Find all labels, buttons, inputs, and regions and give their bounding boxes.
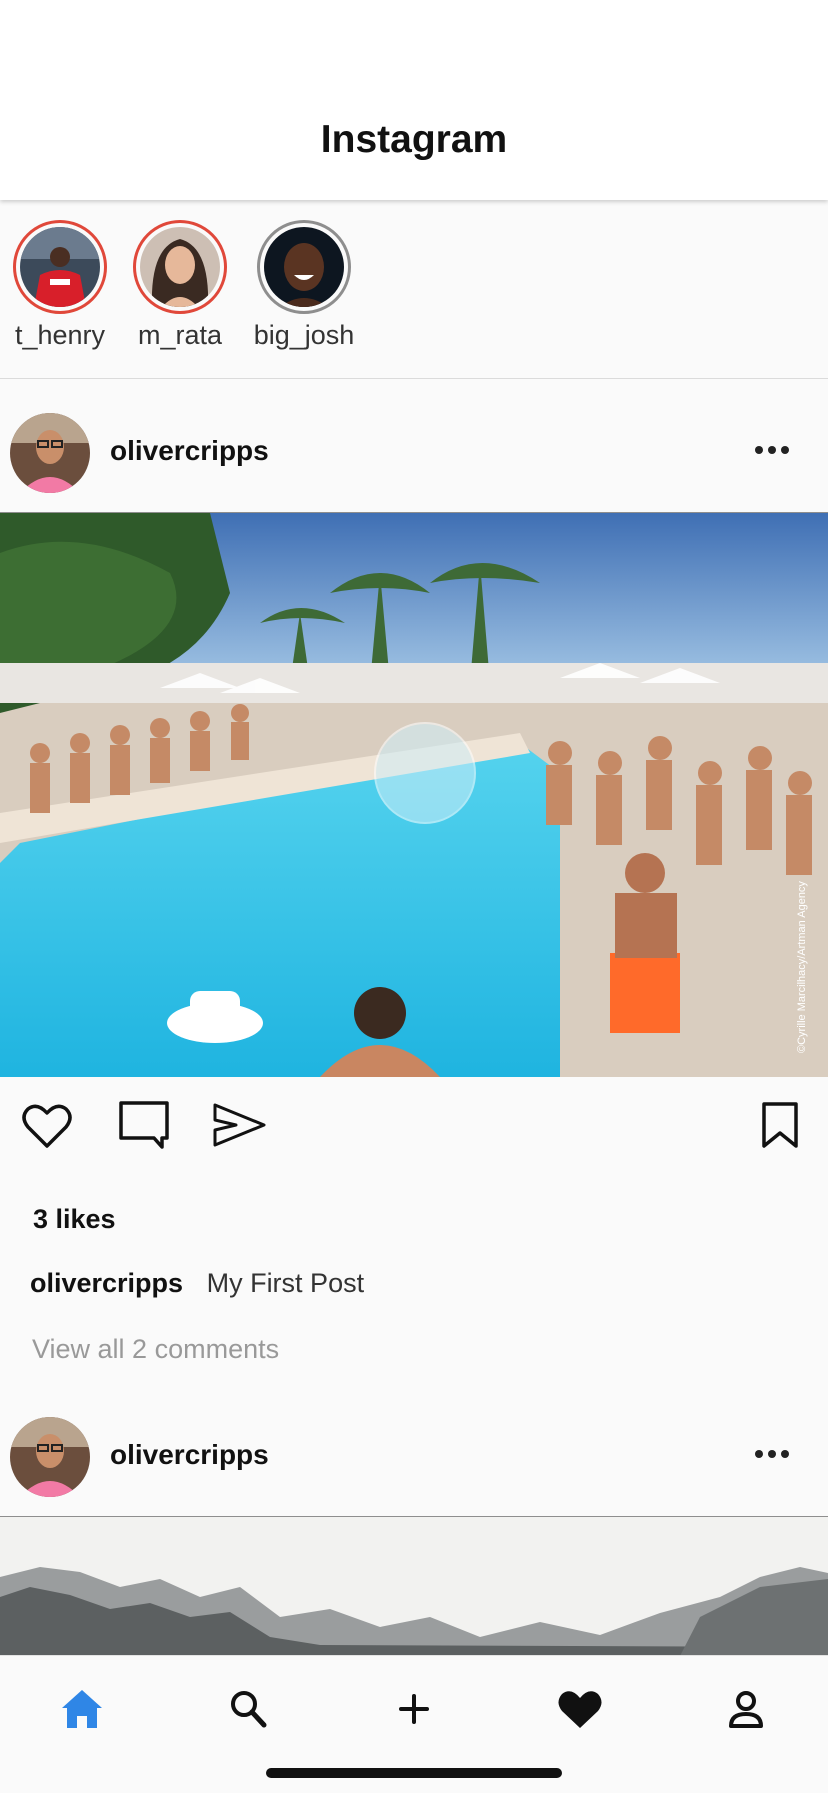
like-heart-icon[interactable] [22,1103,72,1149]
story-ring [13,220,107,314]
photo-watermark: ©Cyrille Marcilhacy/Artman Agency [796,881,808,1053]
stories-row: t_henry m_rata big_josh [0,200,828,379]
story-username: big_josh [253,320,355,350]
story-ring [133,220,227,314]
bookmark-icon[interactable] [760,1101,800,1149]
home-icon[interactable] [52,1684,112,1734]
story-big-josh[interactable]: big_josh [244,220,364,351]
share-send-icon[interactable] [212,1102,268,1148]
more-options-icon[interactable] [754,443,790,457]
likes-count[interactable]: 3 likes [33,1204,116,1235]
post-image[interactable] [0,1516,828,1656]
home-indicator[interactable] [266,1768,562,1778]
bottom-tab-bar [0,1655,828,1793]
top-bar: Instagram [0,0,828,200]
post-username[interactable]: olivercripps [110,1439,269,1471]
app-title: Instagram [320,118,508,161]
caption-text: My First Post [206,1268,365,1298]
story-m-rata[interactable]: m_rata [120,220,240,351]
story-avatar [264,227,344,307]
post-username[interactable]: olivercripps [110,435,269,467]
story-t-henry[interactable]: t_henry [0,220,120,351]
post-header: olivercripps [0,401,828,499]
more-options-icon[interactable] [754,1447,790,1461]
story-avatar [140,227,220,307]
view-comments-link[interactable]: View all 2 comments [32,1334,279,1365]
post-image[interactable]: ©Cyrille Marcilhacy/Artman Agency [0,512,828,1077]
story-ring [257,220,351,314]
post-avatar[interactable] [10,1417,90,1497]
post-avatar[interactable] [10,413,90,493]
caption-username[interactable]: olivercripps [30,1268,183,1298]
story-username: m_rata [137,320,223,350]
add-icon[interactable] [384,1684,444,1734]
heart-icon[interactable] [550,1684,610,1734]
search-icon[interactable] [218,1684,278,1734]
post-header: olivercripps [0,1405,828,1503]
comment-icon[interactable] [118,1100,170,1150]
story-avatar [20,227,100,307]
post-caption: olivercripps My First Post [30,1268,364,1299]
story-username: t_henry [14,320,106,350]
profile-icon[interactable] [716,1684,776,1734]
